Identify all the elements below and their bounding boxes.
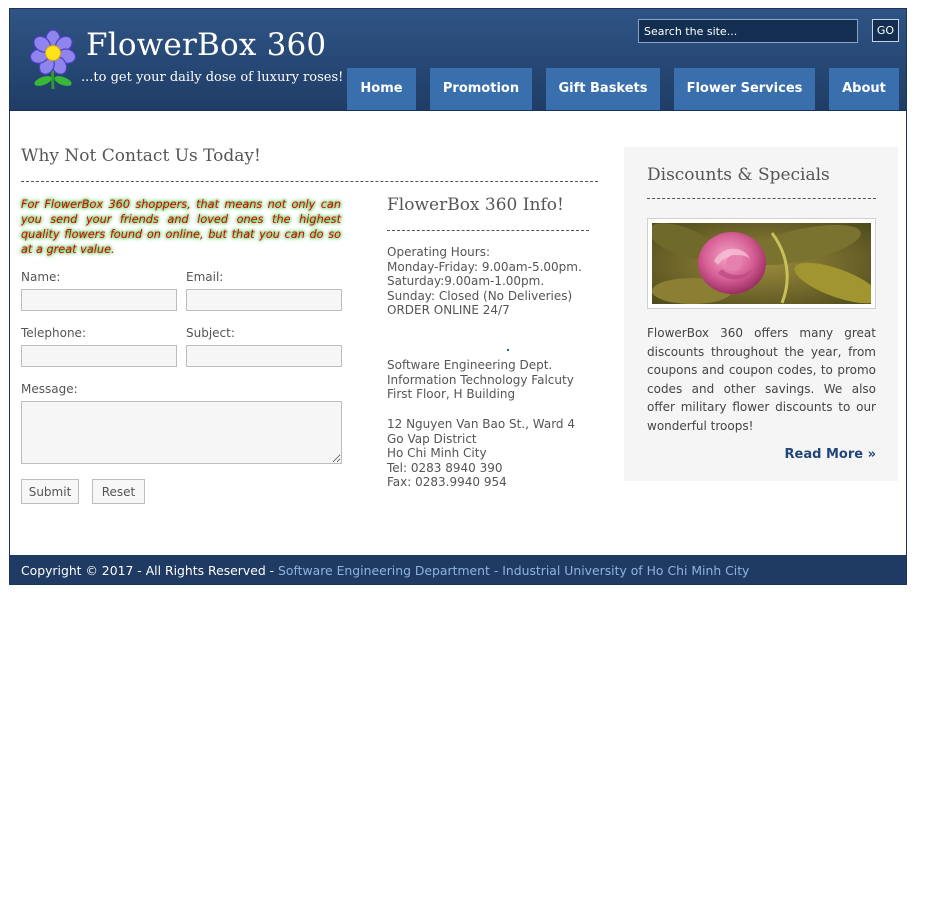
sidebar-text: FlowerBox 360 offers many great discount… (647, 326, 876, 433)
subject-field[interactable] (186, 345, 342, 367)
contact-intro: For FlowerBox 360 shoppers, that means n… (21, 198, 341, 256)
rose-photo (647, 218, 880, 309)
info-line: ORDER ONLINE 24/7 (387, 303, 510, 318)
discounts-sidebar: Discounts & Specials FlowerBox 360 offer… (624, 147, 898, 481)
nav-item-flower-services[interactable]: Flower Services (674, 68, 815, 110)
nav-item-gift-baskets[interactable]: Gift Baskets (546, 68, 660, 110)
message-label: Message: (21, 382, 78, 396)
info-line: Saturday:9.00am-1.00pm. (387, 274, 545, 289)
name-field[interactable] (21, 289, 177, 311)
info-line: Ho Chi Minh City (387, 446, 487, 461)
nav-item-promotion[interactable]: Promotion (430, 68, 532, 110)
nav-item-about[interactable]: About (829, 68, 899, 110)
site-footer: Copyright © 2017 - All Rights Reserved -… (10, 555, 906, 584)
department-info: Software Engineering Dept. Information T… (387, 358, 574, 402)
divider (647, 198, 876, 199)
email-label: Email: (186, 270, 224, 284)
search-go-button[interactable]: GO (872, 19, 899, 42)
telephone-label: Telephone: (21, 326, 86, 340)
sidebar-title: Discounts & Specials (647, 165, 830, 185)
message-field[interactable] (21, 401, 342, 464)
footer-copyright: Copyright © 2017 - All Rights Reserved - (21, 563, 279, 578)
rose-image (648, 223, 880, 304)
operating-hours: Operating Hours: Monday-Friday: 9.00am-5… (387, 245, 582, 318)
site-title: FlowerBox 360 (86, 27, 327, 63)
info-line: Tel: 0283 8940 390 (387, 460, 503, 475)
footer-separator: - (489, 563, 503, 578)
search-input[interactable] (638, 19, 858, 43)
page-frame: FlowerBox 360 ...to get your daily dose … (9, 8, 907, 585)
info-line: Monday-Friday: 9.00am-5.00pm. (387, 259, 582, 274)
info-line: Sunday: Closed (No Deliveries) (387, 288, 573, 303)
footer-university-link[interactable]: Industrial University of Ho Chi Minh Cit… (502, 563, 749, 578)
main-nav: Home Promotion Gift Baskets Flower Servi… (10, 68, 906, 110)
info-line: First Floor, H Building (387, 387, 516, 402)
site-header: FlowerBox 360 ...to get your daily dose … (10, 9, 906, 111)
info-line: Go Vap District (387, 431, 477, 446)
address-info: 12 Nguyen Van Bao St., Ward 4 Go Vap Dis… (387, 417, 575, 490)
divider (387, 230, 589, 231)
subject-label: Subject: (186, 326, 235, 340)
email-field[interactable] (186, 289, 342, 311)
divider (21, 181, 598, 182)
info-title: FlowerBox 360 Info! (387, 195, 564, 215)
info-line: Software Engineering Dept. (387, 358, 553, 372)
read-more-link[interactable]: Read More » (785, 447, 876, 462)
info-line: 12 Nguyen Van Bao St., Ward 4 (387, 417, 575, 431)
nav-item-home[interactable]: Home (347, 68, 416, 110)
footer-department-link[interactable]: Software Engineering Department (278, 563, 490, 578)
name-label: Name: (21, 270, 61, 284)
dot-mark (507, 349, 509, 351)
submit-button[interactable]: Submit (21, 479, 79, 504)
telephone-field[interactable] (21, 345, 177, 367)
reset-button[interactable]: Reset (92, 479, 145, 504)
info-line: Information Technology Falcuty (387, 372, 574, 387)
info-line: Fax: 0283.9940 954 (387, 475, 507, 490)
info-line: Operating Hours: (387, 245, 491, 259)
contact-title: Why Not Contact Us Today! (21, 146, 261, 166)
